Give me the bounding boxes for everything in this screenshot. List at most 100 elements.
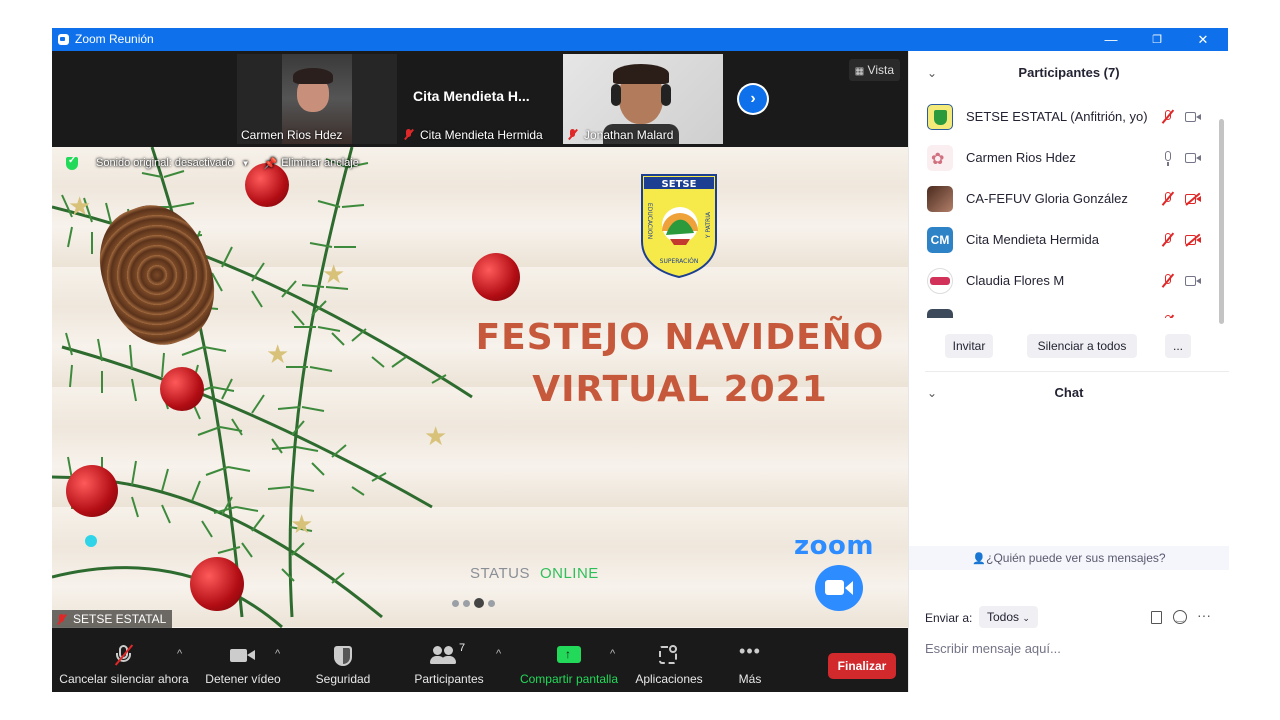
- avatar: CM: [927, 227, 953, 253]
- chevron-right-icon: ›: [739, 85, 767, 113]
- participants-list: SETSE ESTATAL (Anfitrión, yo) ✿ Carmen R…: [909, 96, 1219, 318]
- minimize-button[interactable]: —: [1088, 28, 1134, 51]
- chevron-down-icon: ⌄: [1022, 613, 1030, 623]
- more-dots-icon[interactable]: ···: [1197, 607, 1211, 623]
- apps-button[interactable]: Aplicaciones: [632, 628, 706, 692]
- chevron-up-icon[interactable]: ^: [275, 648, 280, 660]
- participant-row[interactable]: ✿ Carmen Rios Hdez: [909, 137, 1219, 178]
- chevron-down-icon[interactable]: ▼: [242, 159, 250, 168]
- thumbnail-strip: Carmen Rios Hdez Cita Mendieta H... Cita…: [52, 51, 908, 147]
- encryption-shield-icon: [66, 155, 78, 170]
- side-panel: ⌄ Participantes (7) SETSE ESTATAL (Anfit…: [908, 51, 1229, 692]
- recipient-dropdown[interactable]: Todos ⌄: [979, 606, 1038, 628]
- mic-muted-icon[interactable]: [1159, 231, 1177, 249]
- logo-bottom-text: SUPERACIÓN: [660, 258, 699, 265]
- chat-title: Chat: [1054, 385, 1084, 400]
- participant-row-partial[interactable]: [909, 301, 1219, 318]
- mic-muted-icon: [113, 644, 135, 666]
- original-sound-toggle[interactable]: Sonido original: desactivado: [96, 157, 234, 169]
- close-icon: ✕: [1197, 31, 1209, 47]
- participants-scrollbar[interactable]: [1219, 119, 1224, 324]
- share-screen-icon: ↑: [557, 644, 581, 666]
- share-label: Compartir pantalla: [519, 672, 619, 686]
- next-page-button[interactable]: ›: [737, 83, 769, 115]
- zoom-wordmark: zoom: [794, 531, 874, 561]
- mic-on-icon[interactable]: [1159, 149, 1177, 167]
- participants-header[interactable]: ⌄ Participantes (7): [909, 61, 1229, 85]
- chat-message-input[interactable]: [925, 637, 1215, 659]
- red-ornament: [472, 253, 520, 301]
- video-label: Detener vídeo: [205, 672, 281, 686]
- self-name: SETSE ESTATAL: [73, 612, 167, 626]
- close-button[interactable]: ✕: [1180, 28, 1226, 51]
- mic-muted-icon: [56, 613, 67, 625]
- participant-row[interactable]: CA-FEFUV Gloria González: [909, 178, 1219, 219]
- chevron-up-icon[interactable]: ^: [496, 648, 501, 660]
- participants-count: 7: [459, 642, 466, 654]
- view-label: Vista: [867, 63, 894, 77]
- mic-muted-icon[interactable]: [1159, 190, 1177, 208]
- more-dots-icon: •••: [739, 641, 761, 661]
- title-bar: Zoom Reunión — ❐ ✕: [52, 28, 1228, 51]
- gold-star-decoration: ★: [290, 509, 314, 539]
- file-icon[interactable]: [1151, 611, 1162, 624]
- carousel-dot-active[interactable]: [474, 598, 484, 608]
- who-can-see-text: ¿Quién puede ver sus mensajes?: [986, 551, 1166, 565]
- chevron-up-icon[interactable]: ^: [177, 648, 182, 660]
- mute-all-button[interactable]: Silenciar a todos: [1027, 334, 1137, 358]
- more-options-button[interactable]: ...: [1165, 334, 1191, 358]
- security-button[interactable]: Seguridad: [308, 628, 378, 692]
- mute-label: Cancelar silenciar ahora: [59, 672, 189, 686]
- end-meeting-button[interactable]: Finalizar: [828, 653, 896, 679]
- avatar: [927, 268, 953, 294]
- more-button[interactable]: ••• Más: [728, 628, 772, 692]
- video-thumb-carmen[interactable]: Carmen Rios Hdez: [237, 54, 397, 144]
- invite-button[interactable]: Invitar: [945, 334, 993, 358]
- stop-video-button[interactable]: Detener vídeo: [204, 628, 282, 692]
- zoom-camera-icon: [815, 565, 863, 611]
- video-area: Carmen Rios Hdez Cita Mendieta H... Cita…: [52, 51, 908, 628]
- video-thumb-jonathan[interactable]: Jonathan Malard: [563, 54, 723, 144]
- chat-header[interactable]: ⌄ Chat: [909, 381, 1229, 405]
- unpin-button[interactable]: Eliminar anclaje: [281, 157, 359, 169]
- mic-muted-icon[interactable]: [1159, 272, 1177, 290]
- emoji-icon[interactable]: ‿: [1173, 610, 1187, 624]
- logo-right-text: Y PATRIA: [705, 211, 712, 239]
- self-name-tag: SETSE ESTATAL: [52, 610, 173, 628]
- avatar: ✿: [927, 145, 953, 171]
- participants-button[interactable]: 7 Participantes: [408, 628, 490, 692]
- camera-on-icon[interactable]: [1184, 272, 1202, 290]
- participant-row[interactable]: CM Cita Mendieta Hermida: [909, 219, 1219, 260]
- security-label: Seguridad: [315, 672, 371, 686]
- status-value: ONLINE: [539, 565, 599, 582]
- camera-on-icon[interactable]: [1184, 149, 1202, 167]
- participant-name: Cita Mendieta Hermida: [966, 232, 1099, 247]
- thumb-name: Carmen Rios Hdez: [241, 128, 343, 142]
- participant-row[interactable]: Claudia Flores M: [909, 260, 1219, 301]
- video-thumb-cita[interactable]: Cita Mendieta H... Cita Mendieta Hermida: [399, 54, 561, 144]
- chevron-down-icon[interactable]: ⌄: [927, 381, 937, 405]
- camera-on-icon[interactable]: [1184, 108, 1202, 126]
- window-title: Zoom Reunión: [75, 32, 154, 46]
- carousel-dot[interactable]: [452, 599, 459, 607]
- camera-off-icon[interactable]: [1184, 231, 1202, 249]
- video-camera-icon: [230, 644, 256, 666]
- gold-star-decoration: ★: [68, 191, 92, 221]
- camera-off-icon[interactable]: [1184, 190, 1202, 208]
- restore-button[interactable]: ❐: [1134, 28, 1180, 51]
- participants-icon: 7: [429, 642, 469, 666]
- carousel-dot[interactable]: [463, 599, 470, 607]
- chevron-down-icon[interactable]: ⌄: [927, 61, 937, 85]
- chevron-up-icon[interactable]: ^: [610, 648, 615, 660]
- mic-muted-icon[interactable]: [1159, 108, 1177, 126]
- share-screen-button[interactable]: ↑ Compartir pantalla: [516, 628, 622, 692]
- logo-left-text: EDUCACION: [646, 203, 653, 239]
- mic-muted-icon[interactable]: [1159, 313, 1177, 318]
- thumb-name: Jonathan Malard: [584, 128, 674, 142]
- view-button[interactable]: ▦ Vista: [848, 59, 900, 81]
- participants-title: Participantes (7): [1018, 65, 1120, 80]
- who-can-see-link[interactable]: 👤¿Quién puede ver sus mensajes?: [909, 546, 1229, 570]
- mute-button[interactable]: Cancelar silenciar ahora: [58, 628, 190, 692]
- participant-row[interactable]: SETSE ESTATAL (Anfitrión, yo): [909, 96, 1219, 137]
- carousel-dot[interactable]: [488, 599, 495, 607]
